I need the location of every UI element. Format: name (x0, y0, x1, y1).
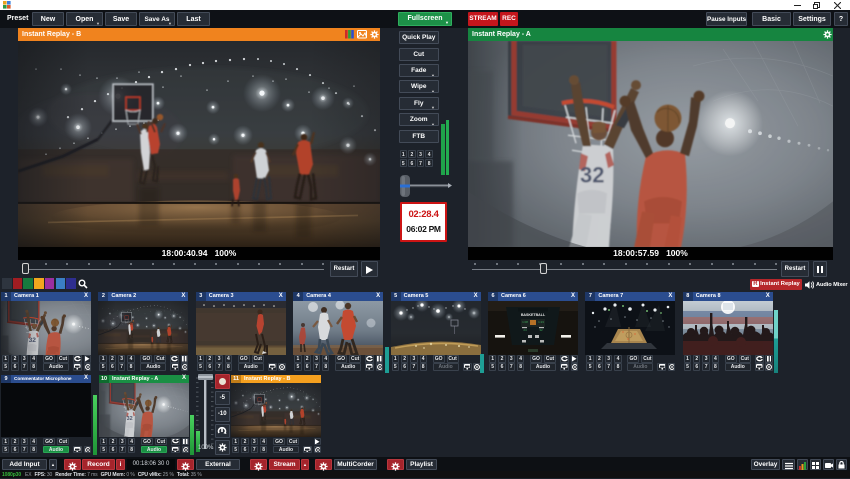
svg-text:24: 24 (523, 328, 527, 332)
svg-text:32: 32 (539, 328, 543, 332)
svg-text:BASKETBALL: BASKETBALL (521, 313, 546, 317)
svg-text:1:23: 1:23 (538, 320, 544, 324)
svg-text:1:08: 1:08 (522, 320, 528, 324)
